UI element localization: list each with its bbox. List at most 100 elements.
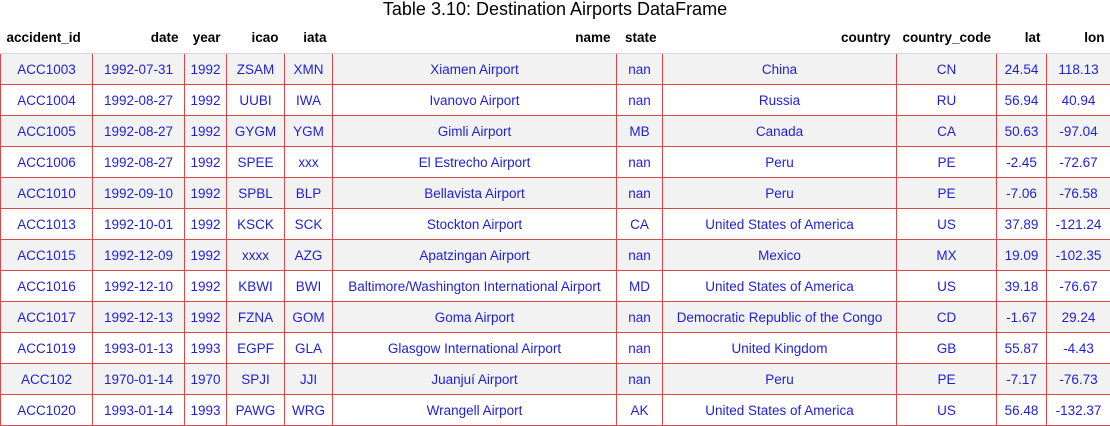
cell-country-code: CA	[897, 116, 997, 147]
cell-country-code: CN	[897, 54, 997, 85]
cell-accident-id: ACC1016	[1, 271, 93, 302]
cell-country-code: US	[897, 395, 997, 426]
cell-accident-id: ACC1015	[1, 240, 93, 271]
cell-country: United States of America	[663, 271, 897, 302]
cell-name: Glasgow International Airport	[333, 333, 617, 364]
cell-date: 1992-12-10	[93, 271, 185, 302]
cell-iata: AZG	[285, 240, 333, 271]
cell-country: United Kingdom	[663, 333, 897, 364]
column-header-state: state	[617, 22, 663, 54]
column-header-name: name	[333, 22, 617, 54]
cell-date: 1992-12-13	[93, 302, 185, 333]
cell-country: Peru	[663, 178, 897, 209]
cell-country-code: PE	[897, 147, 997, 178]
cell-year: 1992	[185, 178, 227, 209]
cell-country-code: MX	[897, 240, 997, 271]
cell-date: 1992-08-27	[93, 85, 185, 116]
cell-lon: -76.73	[1047, 364, 1110, 395]
cell-icao: GYGM	[227, 116, 285, 147]
cell-country-code: PE	[897, 364, 997, 395]
cell-accident-id: ACC1004	[1, 85, 93, 116]
table-caption: Table 3.10: Destination Airports DataFra…	[0, 0, 1110, 22]
cell-year: 1992	[185, 147, 227, 178]
cell-year: 1992	[185, 85, 227, 116]
table-row: ACC1005 1992-08-27 1992 GYGM YGM Gimli A…	[1, 116, 1110, 147]
cell-lat: -1.67	[997, 302, 1047, 333]
table-row: ACC1010 1992-09-10 1992 SPBL BLP Bellavi…	[1, 178, 1110, 209]
column-header-country: country	[663, 22, 897, 54]
cell-state: MB	[617, 116, 663, 147]
cell-state: nan	[617, 85, 663, 116]
cell-name: Juanjuí Airport	[333, 364, 617, 395]
cell-lon: -121.24	[1047, 209, 1110, 240]
cell-lon: 29.24	[1047, 302, 1110, 333]
cell-lat: 19.09	[997, 240, 1047, 271]
cell-name: Goma Airport	[333, 302, 617, 333]
cell-date: 1970-01-14	[93, 364, 185, 395]
cell-state: AK	[617, 395, 663, 426]
cell-year: 1992	[185, 302, 227, 333]
cell-lat: 56.48	[997, 395, 1047, 426]
cell-icao: PAWG	[227, 395, 285, 426]
cell-icao: SPEE	[227, 147, 285, 178]
cell-lat: 24.54	[997, 54, 1047, 85]
cell-state: nan	[617, 302, 663, 333]
cell-lat: -7.06	[997, 178, 1047, 209]
cell-accident-id: ACC1005	[1, 116, 93, 147]
cell-lon: -132.37	[1047, 395, 1110, 426]
cell-lon: -72.67	[1047, 147, 1110, 178]
cell-icao: EGPF	[227, 333, 285, 364]
cell-icao: SPJI	[227, 364, 285, 395]
cell-country: United States of America	[663, 209, 897, 240]
cell-state: MD	[617, 271, 663, 302]
cell-country-code: CD	[897, 302, 997, 333]
cell-lat: 56.94	[997, 85, 1047, 116]
table-row: ACC102 1970-01-14 1970 SPJI JJI Juanjuí …	[1, 364, 1110, 395]
cell-state: nan	[617, 54, 663, 85]
cell-lon: -97.04	[1047, 116, 1110, 147]
cell-name: Wrangell Airport	[333, 395, 617, 426]
cell-icao: SPBL	[227, 178, 285, 209]
cell-name: Baltimore/Washington International Airpo…	[333, 271, 617, 302]
cell-icao: KSCK	[227, 209, 285, 240]
cell-lat: 39.18	[997, 271, 1047, 302]
cell-name: El Estrecho Airport	[333, 147, 617, 178]
cell-icao: ZSAM	[227, 54, 285, 85]
cell-country-code: US	[897, 271, 997, 302]
column-header-country-code: country_code	[897, 22, 997, 54]
cell-date: 1992-08-27	[93, 147, 185, 178]
cell-date: 1992-10-01	[93, 209, 185, 240]
cell-lat: 55.87	[997, 333, 1047, 364]
table-row: ACC1015 1992-12-09 1992 xxxx AZG Apatzin…	[1, 240, 1110, 271]
cell-name: Stockton Airport	[333, 209, 617, 240]
column-header-lat: lat	[997, 22, 1047, 54]
cell-country: Peru	[663, 147, 897, 178]
cell-lat: -7.17	[997, 364, 1047, 395]
cell-accident-id: ACC1019	[1, 333, 93, 364]
cell-lon: -4.43	[1047, 333, 1110, 364]
cell-accident-id: ACC102	[1, 364, 93, 395]
table-row: ACC1004 1992-08-27 1992 UUBI IWA Ivanovo…	[1, 85, 1110, 116]
cell-icao: KBWI	[227, 271, 285, 302]
cell-iata: WRG	[285, 395, 333, 426]
cell-country: Peru	[663, 364, 897, 395]
column-header-lon: lon	[1047, 22, 1110, 54]
table-row: ACC1003 1992-07-31 1992 ZSAM XMN Xiamen …	[1, 54, 1110, 85]
cell-iata: IWA	[285, 85, 333, 116]
cell-year: 1992	[185, 209, 227, 240]
cell-year: 1992	[185, 271, 227, 302]
cell-date: 1992-08-27	[93, 116, 185, 147]
cell-iata: JJI	[285, 364, 333, 395]
cell-country: Russia	[663, 85, 897, 116]
cell-state: nan	[617, 147, 663, 178]
cell-name: Apatzingan Airport	[333, 240, 617, 271]
column-header-date: date	[93, 22, 185, 54]
cell-iata: GLA	[285, 333, 333, 364]
cell-iata: BLP	[285, 178, 333, 209]
cell-accident-id: ACC1006	[1, 147, 93, 178]
cell-state: CA	[617, 209, 663, 240]
cell-lat: -2.45	[997, 147, 1047, 178]
cell-country-code: GB	[897, 333, 997, 364]
cell-lat: 37.89	[997, 209, 1047, 240]
cell-icao: xxxx	[227, 240, 285, 271]
